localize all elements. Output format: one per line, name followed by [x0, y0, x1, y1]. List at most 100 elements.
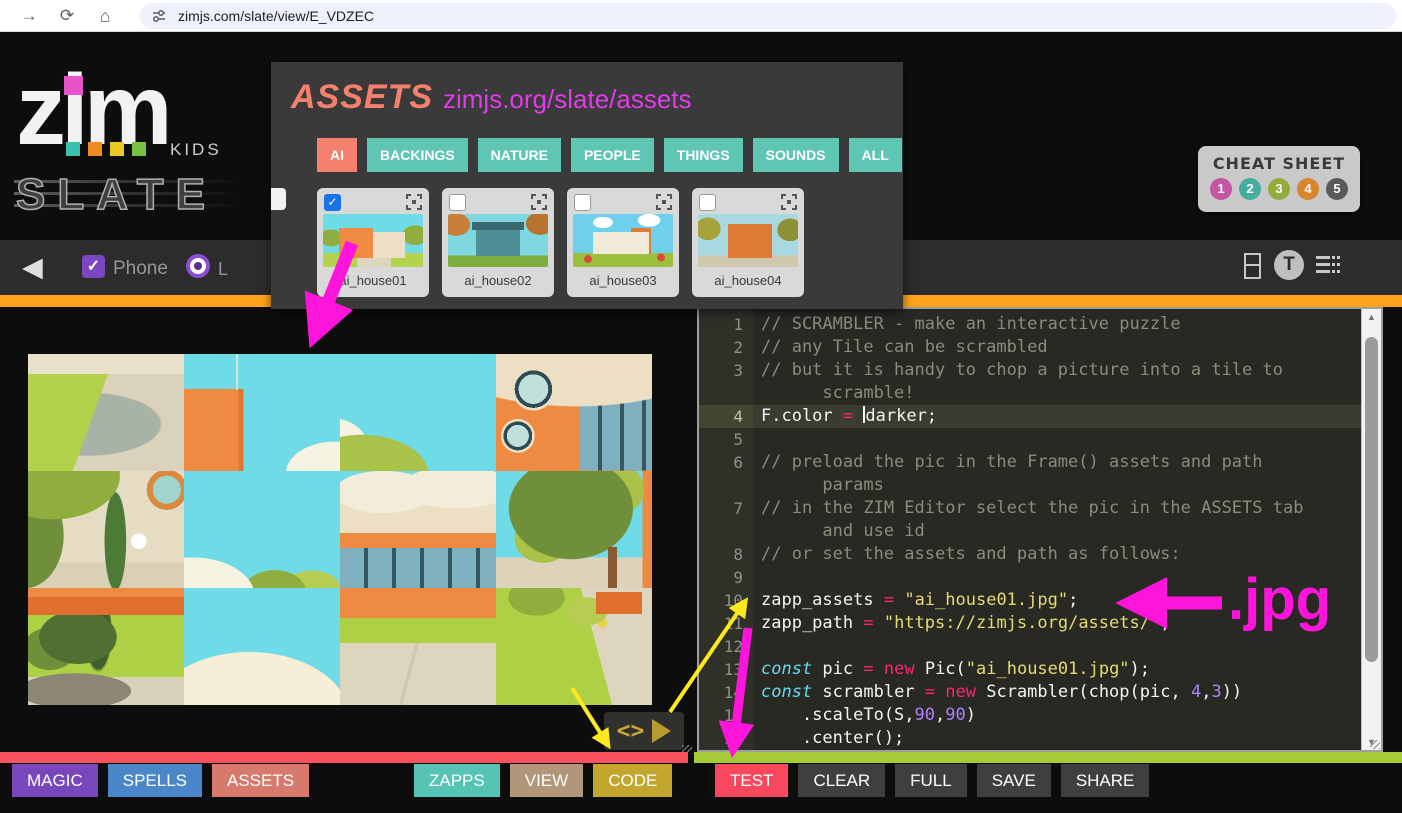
- asset-thumbnail[interactable]: [448, 214, 548, 267]
- split-layout-icon[interactable]: [1244, 253, 1261, 279]
- magic-button[interactable]: MAGIC: [12, 764, 98, 797]
- asset-checkbox[interactable]: [699, 194, 716, 211]
- full-button[interactable]: FULL: [895, 764, 967, 797]
- list-icon[interactable]: [1316, 256, 1340, 273]
- code-line: scramble!: [699, 382, 1361, 405]
- cheat-badge-3[interactable]: 3: [1268, 178, 1290, 200]
- puzzle-tile[interactable]: [340, 354, 496, 471]
- assets-tab-all[interactable]: ALL: [849, 138, 902, 172]
- code-lines: 1// SCRAMBLER - make an interactive puzz…: [699, 313, 1361, 750]
- asset-card-ai_house04[interactable]: ai_house04: [692, 188, 804, 297]
- share-button[interactable]: SHARE: [1061, 764, 1150, 797]
- asset-thumbnail[interactable]: [323, 214, 423, 267]
- puzzle-tile[interactable]: [28, 588, 184, 705]
- code-line: 12: [699, 635, 1361, 658]
- puzzle-tile[interactable]: [496, 471, 652, 588]
- code-line: 3// but it is handy to chop a picture in…: [699, 359, 1361, 382]
- tune-icon[interactable]: [151, 8, 167, 24]
- logo-teal-square: [66, 142, 80, 156]
- asset-label: ai_house01: [317, 273, 429, 288]
- puzzle-tile[interactable]: [184, 588, 340, 705]
- expand-icon[interactable]: [656, 194, 672, 210]
- play-icon[interactable]: [652, 719, 671, 743]
- cheat-badge-5[interactable]: 5: [1326, 178, 1348, 200]
- assets-tab-backings[interactable]: BACKINGS: [367, 138, 468, 172]
- puzzle-tile[interactable]: [28, 354, 184, 471]
- assets-tab-things[interactable]: THINGS: [664, 138, 743, 172]
- asset-checkbox[interactable]: [449, 194, 466, 211]
- test-button[interactable]: TEST: [715, 764, 788, 797]
- assets-tab-ai[interactable]: AI: [317, 138, 357, 172]
- zapps-button[interactable]: ZAPPS: [414, 764, 500, 797]
- asset-thumbnail[interactable]: [698, 214, 798, 267]
- code-line: 13const pic = new Pic("ai_house01.jpg");: [699, 658, 1361, 681]
- forward-icon[interactable]: →: [16, 3, 42, 29]
- assets-button[interactable]: ASSETS: [212, 764, 309, 797]
- cheat-sheet-title: CHEAT SHEET: [1198, 154, 1360, 173]
- assets-tab-nature[interactable]: NATURE: [478, 138, 561, 172]
- scrambled-picture: [28, 354, 652, 705]
- asset-card-ai_house02[interactable]: ai_house02: [442, 188, 554, 297]
- puzzle-tile[interactable]: [340, 471, 496, 588]
- editor-bottom-bar: [694, 752, 1402, 763]
- partial-card-chip: [271, 188, 286, 210]
- code-button[interactable]: CODE: [593, 764, 672, 797]
- code-run-toggle[interactable]: <>: [604, 712, 684, 750]
- asset-checkbox[interactable]: [574, 194, 591, 211]
- l-radio[interactable]: [186, 254, 210, 278]
- expand-icon[interactable]: [531, 194, 547, 210]
- url-bar[interactable]: zimjs.com/slate/view/E_VDZEC: [140, 3, 1396, 29]
- text-tool-icon[interactable]: T: [1274, 250, 1304, 280]
- scrollbar-thumb[interactable]: [1365, 337, 1378, 662]
- puzzle-tile[interactable]: [28, 471, 184, 588]
- clear-button[interactable]: CLEAR: [798, 764, 885, 797]
- logo-green-square: [132, 142, 146, 156]
- puzzle-tile[interactable]: [184, 471, 340, 588]
- puzzle-tile[interactable]: [340, 588, 496, 705]
- code-line: and use id: [699, 520, 1361, 543]
- scroll-up-icon[interactable]: ▲: [1362, 312, 1381, 322]
- reload-icon[interactable]: ⟳: [54, 3, 80, 29]
- assets-panel-title: ASSETS: [291, 78, 433, 117]
- expand-icon[interactable]: [781, 194, 797, 210]
- spells-button[interactable]: SPELLS: [108, 764, 202, 797]
- expand-icon[interactable]: [406, 194, 422, 210]
- view-button[interactable]: VIEW: [510, 764, 583, 797]
- puzzle-tile[interactable]: [496, 588, 652, 705]
- assets-tab-people[interactable]: PEOPLE: [571, 138, 654, 172]
- code-line: 6// preload the pic in the Frame() asset…: [699, 451, 1361, 474]
- asset-card-ai_house01[interactable]: ✓ ai_house01: [317, 188, 429, 297]
- editor-scrollbar[interactable]: ▲ ▼: [1361, 309, 1381, 750]
- preview-panel: <>: [0, 307, 693, 752]
- logo-orange-square: [88, 142, 102, 156]
- assets-tabs: AI BACKINGS NATURE PEOPLE THINGS SOUNDS ALL: [317, 138, 902, 172]
- code-editor[interactable]: 1// SCRAMBLER - make an interactive puzz…: [697, 307, 1383, 752]
- asset-thumbnail[interactable]: [573, 214, 673, 267]
- code-line: 2// any Tile can be scrambled: [699, 336, 1361, 359]
- resize-handle[interactable]: [1370, 740, 1380, 749]
- assets-tab-sounds[interactable]: SOUNDS: [753, 138, 839, 172]
- kids-label: KIDS: [170, 140, 222, 160]
- code-line: 16 .center();: [699, 727, 1361, 750]
- code-line: 5: [699, 428, 1361, 451]
- cheat-badge-1[interactable]: 1: [1210, 178, 1232, 200]
- code-glyph[interactable]: <>: [617, 718, 645, 744]
- slate-text: SLATE: [16, 170, 217, 220]
- back-icon[interactable]: ◀: [22, 252, 43, 282]
- asset-card-ai_house03[interactable]: ai_house03: [567, 188, 679, 297]
- cheat-badge-2[interactable]: 2: [1239, 178, 1261, 200]
- code-line: 8// or set the assets and path as follow…: [699, 543, 1361, 566]
- mid-button-group: ZAPPS VIEW CODE: [414, 764, 672, 797]
- url-text[interactable]: zimjs.com/slate/view/E_VDZEC: [178, 8, 374, 24]
- puzzle-tile[interactable]: [184, 354, 340, 471]
- cheat-badge-4[interactable]: 4: [1297, 178, 1319, 200]
- jpg-annotation-label: .jpg: [1228, 566, 1331, 633]
- save-button[interactable]: SAVE: [977, 764, 1051, 797]
- phone-label: Phone: [113, 258, 168, 280]
- assets-panel-url[interactable]: zimjs.org/slate/assets: [443, 84, 692, 115]
- puzzle-tile[interactable]: [496, 354, 652, 471]
- home-icon[interactable]: ⌂: [92, 3, 118, 29]
- asset-checkbox[interactable]: ✓: [324, 194, 341, 211]
- phone-checkbox[interactable]: ✓: [82, 255, 105, 278]
- l-label: L: [218, 259, 228, 280]
